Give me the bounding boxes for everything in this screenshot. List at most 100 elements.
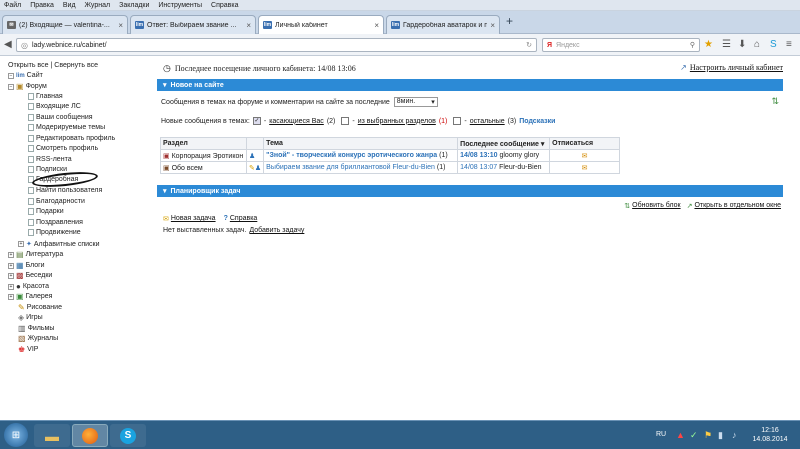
topic-link[interactable]: "Зной" - творческий конкурс эротического…	[266, 152, 437, 159]
explorer-button[interactable]: ▬	[34, 424, 70, 447]
period-select[interactable]: 8мин. ▾	[393, 97, 438, 107]
new-on-site-header[interactable]: ▾ Новое на сайте	[157, 79, 783, 91]
check-icon[interactable]: ✓	[690, 430, 698, 441]
close-icon[interactable]: ×	[490, 21, 495, 30]
search-icon[interactable]: ⚲	[690, 41, 695, 49]
last-date-link[interactable]: 14/08 13:07	[460, 164, 497, 171]
tree-item-inbox[interactable]: Входящие ЛС	[28, 103, 81, 110]
close-icon[interactable]: ×	[246, 21, 251, 30]
expand-icon[interactable]: +	[8, 262, 14, 269]
back-icon[interactable]: ◀	[4, 39, 12, 50]
tree-item-subscriptions[interactable]: Подписки	[28, 166, 67, 173]
menu-help[interactable]: Справка	[211, 2, 238, 9]
new-tab-button[interactable]: +	[506, 14, 513, 28]
tree-item-main[interactable]: Главная	[28, 93, 63, 100]
start-button[interactable]: ⊞	[4, 423, 28, 447]
volume-icon[interactable]: ♪	[732, 430, 737, 440]
tree-item-your-posts[interactable]: Ваши сообщения	[28, 114, 93, 121]
tree-item-view-profile[interactable]: Смотреть профиль	[28, 145, 98, 152]
tab-cabinet[interactable]: lim Личный кабинет ×	[258, 15, 384, 34]
row-section[interactable]: ▣ Корпорация Эротикон	[160, 149, 247, 162]
tree-blogs[interactable]: + ▦ Блоги	[8, 261, 45, 270]
checkbox-other[interactable]	[453, 117, 462, 125]
menu-edit[interactable]: Правка	[30, 2, 54, 9]
antivirus-icon[interactable]: ▲	[676, 430, 685, 440]
tab-wardrobe[interactable]: lim Гардеробная аватарок и п... ×	[386, 15, 500, 34]
flag-icon[interactable]: ⚑	[704, 430, 712, 441]
tree-item-congrats[interactable]: Поздравления	[28, 219, 83, 226]
tree-item-find-user[interactable]: Найти пользователя	[28, 187, 102, 194]
tree-item-promotion[interactable]: Продвижение	[28, 229, 81, 236]
unsubscribe-icon[interactable]: ✉	[582, 165, 588, 172]
expand-icon[interactable]: +	[8, 272, 14, 279]
expand-icon[interactable]: +	[8, 293, 14, 300]
firefox-button[interactable]	[72, 424, 108, 447]
reload-icon[interactable]: ↻	[526, 41, 532, 49]
download-icon[interactable]: ⬇	[738, 39, 746, 50]
tree-item-gifts[interactable]: Подарки	[28, 208, 64, 215]
hints-link[interactable]: Подсказки	[519, 118, 555, 125]
help-link[interactable]: ? Справка	[224, 215, 258, 223]
menu-tools[interactable]: Инструменты	[158, 2, 202, 9]
url-bar[interactable]: ◎ lady.webnice.ru/cabinet/ ↻	[16, 38, 537, 52]
topic-link[interactable]: Выбираем звание для бриллиантовой Fleur-…	[266, 164, 435, 171]
tree-vip[interactable]: ♚ VIP	[18, 345, 38, 354]
skype-button[interactable]: S	[110, 424, 146, 447]
tree-forum[interactable]: − ▣ Форум	[8, 82, 47, 91]
home-icon[interactable]: ⌂	[754, 39, 760, 50]
network-icon[interactable]: ▮	[718, 430, 723, 441]
filter-selected-link[interactable]: из выбранных разделов	[358, 118, 436, 125]
expand-icon[interactable]: +	[18, 241, 24, 247]
tree-gallery[interactable]: + ▣ Галерея	[8, 292, 52, 301]
tree-beauty[interactable]: + ● Красота	[8, 282, 49, 291]
row-section[interactable]: ▣ Обо всем	[160, 161, 247, 174]
close-icon[interactable]: ×	[118, 21, 123, 30]
tree-item-thanks[interactable]: Благодарности	[28, 198, 85, 205]
tree-item-rss[interactable]: RSS-лента	[28, 156, 72, 163]
col-last-message[interactable]: Последнее сообщение ▾	[457, 137, 551, 150]
close-all-link[interactable]: Свернуть все	[54, 62, 98, 69]
menu-icon[interactable]: ≡	[786, 39, 792, 50]
planner-header[interactable]: ▾ Планировщик задач	[157, 185, 783, 197]
language-indicator[interactable]: RU	[656, 431, 666, 438]
bookmark-star-icon[interactable]: ★	[704, 39, 713, 50]
tree-drawing[interactable]: ✎ Рисование	[18, 303, 62, 312]
skype-icon[interactable]: S	[770, 39, 777, 50]
unsubscribe-icon[interactable]: ✉	[582, 153, 588, 160]
clock[interactable]: 12:16 14.08.2014	[748, 426, 792, 444]
open-window-link[interactable]: ↗ Открыть в отдельном окне	[687, 202, 781, 210]
collapse-icon[interactable]: −	[8, 83, 14, 90]
expand-icon[interactable]: +	[8, 283, 14, 290]
tree-root[interactable]: − lim Сайт	[8, 72, 43, 79]
tree-films[interactable]: ▥ Фильмы	[18, 324, 54, 333]
checkbox-concerning[interactable]: ✓	[252, 117, 261, 125]
tree-item-moderated[interactable]: Модерируемые темы	[28, 124, 105, 131]
refresh-block-link[interactable]: ⇅ Обновить блок	[624, 202, 680, 210]
tree-games[interactable]: ◈ Игры	[18, 313, 43, 322]
open-all-link[interactable]: Открыть все	[8, 62, 48, 69]
expand-icon[interactable]: +	[8, 251, 14, 258]
checkbox-selected[interactable]	[341, 117, 350, 125]
new-task-link[interactable]: ✉ Новая задача	[163, 215, 216, 223]
tree-talks[interactable]: + ▩ Беседки	[8, 271, 52, 280]
tab-inbox[interactable]: ✉ (2) Входящие — valentina-... ×	[2, 15, 128, 34]
tree-item-edit-profile[interactable]: Редактировать профиль	[28, 135, 115, 142]
filter-concerning-link[interactable]: касающиеся Вас	[269, 118, 324, 125]
refresh-icon[interactable]: ⇅	[771, 96, 779, 107]
menu-file[interactable]: Файл	[4, 2, 21, 9]
menu-bookmarks[interactable]: Закладки	[119, 2, 149, 9]
collapse-icon[interactable]: −	[8, 72, 14, 79]
filter-other-link[interactable]: остальные	[470, 118, 505, 125]
tab-reply[interactable]: lim Ответ: Выбираем звание ... ×	[130, 15, 256, 34]
menu-history[interactable]: Журнал	[85, 2, 111, 9]
customize-link[interactable]: ↗ Настроить личный кабинет	[680, 63, 783, 72]
close-icon[interactable]: ×	[374, 21, 379, 30]
last-date-link[interactable]: 14/08 13:10	[460, 152, 497, 159]
add-task-link[interactable]: Добавить задачу	[249, 227, 304, 234]
tree-item-alpha-lists[interactable]: + ✦ Алфавитные списки	[18, 240, 100, 248]
bookmarks-list-icon[interactable]: ☰	[722, 39, 731, 50]
tree-magazines[interactable]: ▧ Журналы	[18, 334, 58, 343]
search-box[interactable]: Я Яндекс ⚲	[542, 38, 700, 52]
tree-literature[interactable]: + ▤ Литература	[8, 250, 63, 259]
menu-view[interactable]: Вид	[63, 2, 76, 9]
